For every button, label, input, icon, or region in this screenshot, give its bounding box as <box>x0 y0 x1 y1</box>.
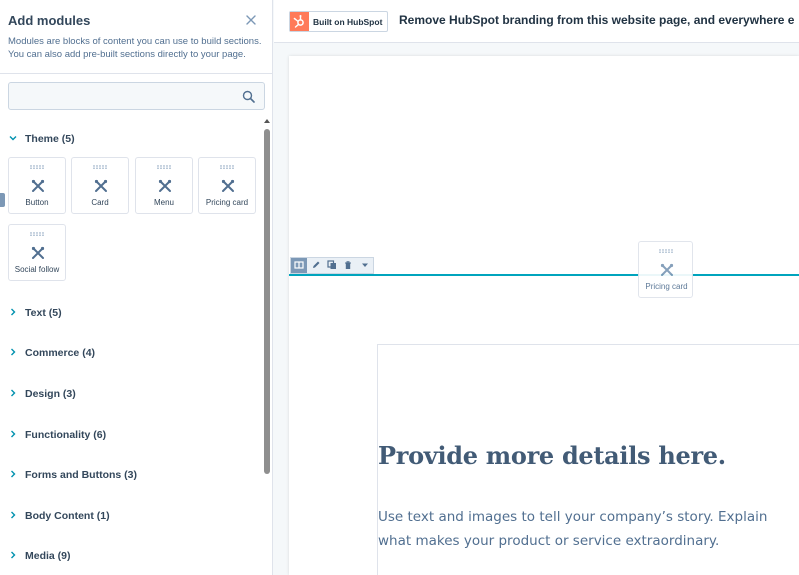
panel-description-line: Modules are blocks of content you can us… <box>8 36 262 47</box>
content-section[interactable]: Provide more details here. Use text and … <box>377 344 799 575</box>
drag-handle-icon <box>220 165 234 169</box>
delete-button[interactable] <box>340 258 356 273</box>
drag-handle-icon <box>157 165 171 169</box>
built-on-hubspot-badge[interactable]: Built on HubSpot <box>289 11 388 32</box>
category-theme[interactable]: Theme (5) <box>0 130 262 150</box>
category-label: Theme (5) <box>25 133 75 145</box>
more-options-button[interactable] <box>357 258 373 273</box>
chevron-right-icon <box>11 430 16 438</box>
editor-canvas: Provide more details here. Use text and … <box>274 44 799 575</box>
scroll-up-arrow-icon[interactable] <box>264 119 270 123</box>
chevron-down-icon <box>9 136 17 141</box>
edit-button[interactable] <box>308 258 324 273</box>
drag-handle-icon <box>659 249 673 253</box>
module-label: Pricing card <box>645 282 688 291</box>
tools-icon <box>31 246 45 259</box>
category-label: Design (3) <box>25 388 76 400</box>
panel-description: Modules are blocks of content you can us… <box>8 35 263 61</box>
chevron-right-icon <box>11 308 16 316</box>
module-search <box>8 82 265 110</box>
branding-bar: Built on HubSpot Remove HubSpot branding… <box>274 0 799 43</box>
drag-handle-icon <box>30 165 44 169</box>
chevron-right-icon <box>11 389 16 397</box>
pencil-icon <box>313 261 320 268</box>
remove-branding-message[interactable]: Remove HubSpot branding from this websit… <box>399 13 794 27</box>
tools-icon <box>158 179 172 192</box>
category-label: Forms and Buttons (3) <box>25 469 137 481</box>
category-body-content[interactable]: Body Content (1) <box>0 507 262 527</box>
tools-icon <box>660 263 674 276</box>
category-label: Body Content (1) <box>25 510 110 522</box>
panel-scrollbar[interactable] <box>263 118 271 575</box>
drawer-handle[interactable] <box>0 193 5 207</box>
module-label: Menu <box>153 198 174 207</box>
module-card-menu[interactable]: Menu <box>135 157 193 214</box>
section-heading[interactable]: Provide more details here. <box>378 441 726 470</box>
category-media[interactable]: Media (9) <box>0 547 262 567</box>
module-label: Card <box>91 198 109 207</box>
module-label: Social follow <box>14 265 60 274</box>
chevron-right-icon <box>11 470 16 478</box>
section-layout-button[interactable] <box>291 258 307 273</box>
tools-icon <box>31 179 45 192</box>
tools-icon <box>221 179 235 192</box>
category-design[interactable]: Design (3) <box>0 385 262 405</box>
panel-header: Add modules Modules are blocks of conten… <box>0 0 273 74</box>
category-label: Text (5) <box>25 307 62 319</box>
module-card-social-follow[interactable]: Social follow <box>8 224 66 281</box>
tools-icon <box>94 179 108 192</box>
chevron-right-icon <box>11 551 16 559</box>
hubspot-logo-icon <box>290 12 309 31</box>
category-forms-and-buttons[interactable]: Forms and Buttons (3) <box>0 466 262 486</box>
module-card-pricing-card[interactable]: Pricing card <box>198 157 256 214</box>
layout-icon <box>294 261 304 269</box>
dragged-module-pricing-card[interactable]: Pricing card <box>638 241 693 298</box>
section-body-line: what makes your product or service extra… <box>378 533 720 549</box>
panel-title: Add modules <box>8 13 91 28</box>
editor-root: Add modules Modules are blocks of conten… <box>0 0 799 575</box>
category-label: Functionality (6) <box>25 429 107 441</box>
category-label: Commerce (4) <box>25 347 96 359</box>
drag-handle-icon <box>30 232 44 236</box>
panel-description-line: You can also add pre-built sections dire… <box>8 49 246 60</box>
module-label: Pricing card <box>205 198 249 207</box>
caret-down-icon <box>362 263 368 267</box>
category-label: Media (9) <box>25 550 71 562</box>
close-icon[interactable] <box>244 13 258 27</box>
section-toolbar <box>290 257 374 274</box>
category-text[interactable]: Text (5) <box>0 304 262 324</box>
duplicate-icon <box>327 260 336 269</box>
module-label: Button <box>25 198 49 207</box>
section-body[interactable]: Use text and images to tell your company… <box>378 505 799 553</box>
duplicate-button[interactable] <box>324 258 340 273</box>
search-icon[interactable] <box>242 90 255 103</box>
badge-label: Built on HubSpot <box>313 17 383 27</box>
add-modules-panel: Add modules Modules are blocks of conten… <box>0 0 273 575</box>
trash-icon <box>345 261 351 269</box>
drag-handle-icon <box>93 165 107 169</box>
chevron-right-icon <box>11 511 16 519</box>
section-body-line: Use text and images to tell your company… <box>378 509 768 525</box>
module-card-card[interactable]: Card <box>71 157 129 214</box>
category-commerce[interactable]: Commerce (4) <box>0 344 262 364</box>
search-input[interactable] <box>9 83 234 109</box>
scroll-thumb[interactable] <box>264 129 270 474</box>
chevron-right-icon <box>11 348 16 356</box>
module-card-button[interactable]: Button <box>8 157 66 214</box>
page-preview: Provide more details here. Use text and … <box>289 56 799 575</box>
category-functionality[interactable]: Functionality (6) <box>0 426 262 446</box>
drop-indicator-line <box>289 274 799 276</box>
